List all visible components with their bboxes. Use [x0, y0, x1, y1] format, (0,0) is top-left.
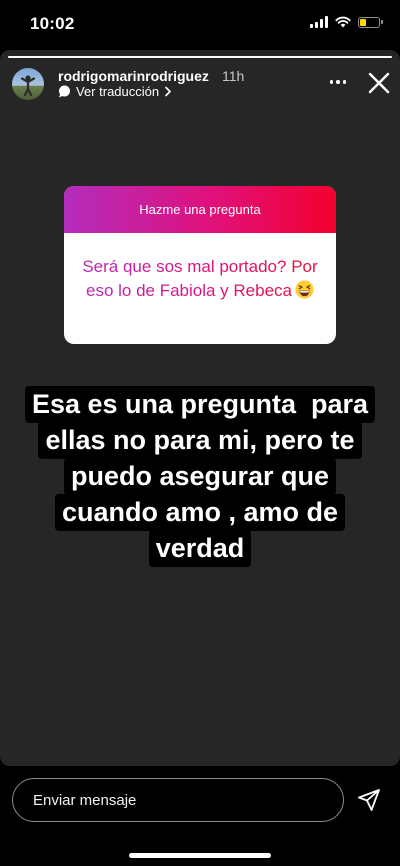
home-indicator[interactable]	[129, 853, 271, 858]
more-options-button[interactable]	[322, 72, 354, 92]
question-text: Será que sos mal portado? Por eso lo de …	[82, 257, 318, 300]
question-text-wrapper: Será que sos mal portado? Por eso lo de …	[64, 233, 336, 303]
battery-level	[360, 18, 366, 26]
story-time-ago: 11h	[222, 68, 245, 84]
avatar-image	[20, 75, 36, 97]
story-progress-bar	[8, 56, 392, 58]
answer-line: cuando amo , amo de	[54, 494, 346, 531]
story-viewer[interactable]: rodrigomarinrodriguez 11h Ver traducción…	[0, 50, 400, 766]
status-icons	[310, 16, 383, 28]
cellular-signal-icon	[310, 16, 328, 28]
translate-link[interactable]: Ver traducción	[58, 84, 172, 99]
more-horizontal-icon	[329, 80, 334, 84]
status-time: 10:02	[30, 14, 75, 33]
answer-line: puedo asegurar que	[63, 458, 337, 495]
answer-line: verdad	[148, 530, 252, 567]
battery-icon	[358, 16, 383, 28]
story-progress-fill	[8, 56, 392, 58]
close-icon[interactable]	[367, 71, 391, 95]
translate-link-label: Ver traducción	[76, 84, 160, 99]
grinning-squinting-face-emoji	[295, 280, 314, 299]
answer-line: Esa es una pregunta para	[24, 386, 376, 423]
send-message-input[interactable]	[33, 779, 323, 821]
answer-text: Esa es una pregunta para ellas no para m…	[0, 386, 400, 567]
question-sticker[interactable]: Hazme una pregunta Será que sos mal port…	[64, 186, 336, 344]
question-sticker-header: Hazme una pregunta	[64, 186, 336, 233]
send-icon[interactable]	[357, 788, 381, 812]
wifi-icon	[335, 16, 351, 28]
chevron-right-icon	[165, 86, 171, 97]
story-username[interactable]: rodrigomarinrodriguez	[58, 68, 209, 84]
reply-bar[interactable]	[12, 778, 344, 822]
avatar[interactable]	[12, 68, 44, 100]
answer-line: ellas no para mi, pero te	[38, 422, 362, 459]
speech-bubble-icon	[59, 85, 70, 98]
status-bar: 10:02	[0, 0, 400, 50]
